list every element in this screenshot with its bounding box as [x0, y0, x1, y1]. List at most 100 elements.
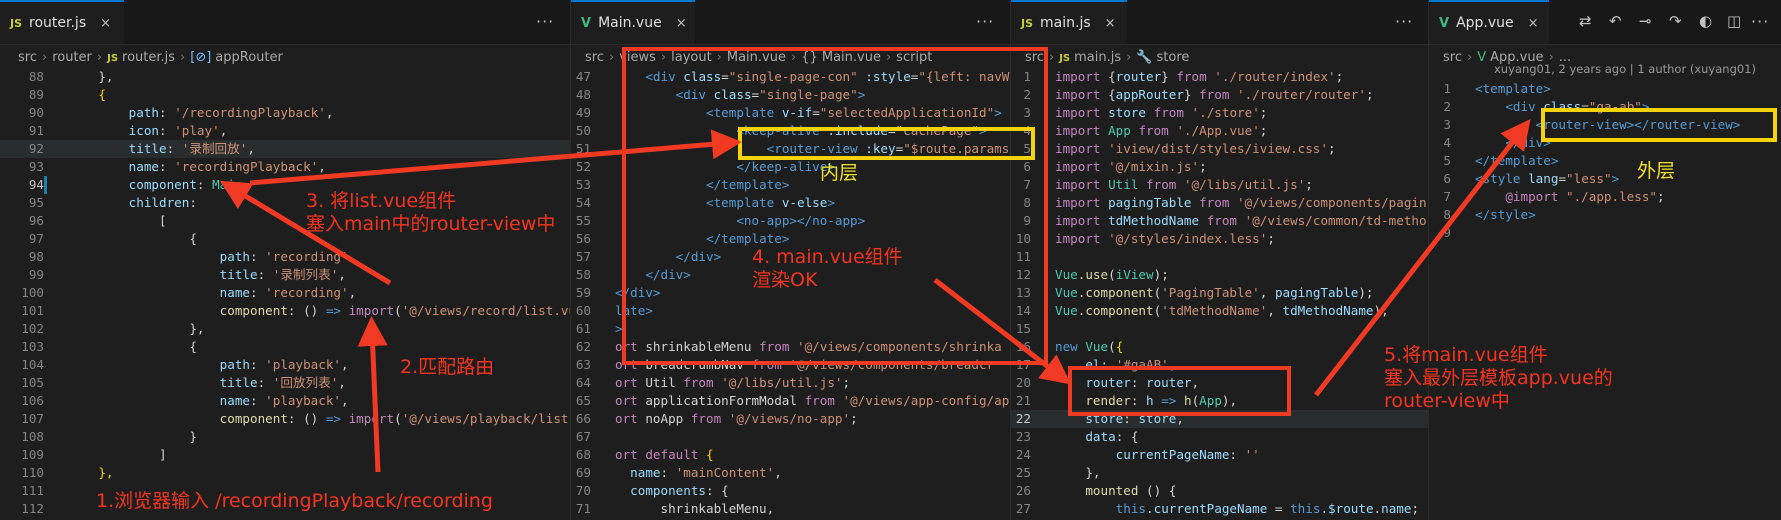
code-line[interactable]: 102 }, — [0, 320, 570, 338]
line-number: 6 — [1443, 171, 1451, 186]
code-token: , — [318, 159, 326, 174]
code-line[interactable]: 25 }, — [1011, 464, 1428, 482]
code-line[interactable]: 6 import '@/mixin.js'; — [1011, 158, 1428, 176]
code-line[interactable]: 89 { — [0, 86, 570, 104]
code-line[interactable]: 9 import tdMethodName from '@/views/commo… — [1011, 212, 1428, 230]
code-line[interactable]: 91 icon: 'play', — [0, 122, 570, 140]
code-line[interactable]: 68 ort default { — [571, 446, 1010, 464]
breadcrumb-item[interactable]: appRouter — [215, 50, 283, 65]
breadcrumb-item[interactable]: src — [18, 50, 37, 65]
code-line[interactable]: 90 path: '/recordingPlayback', — [0, 104, 570, 122]
code-line[interactable]: 101 component: () => import('@/views/rec… — [0, 302, 570, 320]
code-token: , — [1267, 303, 1283, 318]
tab-app-vue[interactable]: V App.vue × — [1429, 0, 1549, 44]
code-line[interactable]: 16 new Vue({ — [1011, 338, 1428, 356]
code-editor[interactable]: 1 <template> 2 <div class="ga-ab"> 3 <route… — [1429, 80, 1781, 242]
code-line[interactable]: 92 title: '录制回放', — [0, 140, 570, 158]
code-token: iView — [1115, 267, 1154, 282]
commit-icon[interactable]: ⊸ — [1639, 12, 1652, 30]
tab-main-js[interactable]: JS main.js × — [1011, 0, 1127, 44]
code-line[interactable]: 27 this.currentPageName = this.$route.na… — [1011, 500, 1428, 518]
code-editor[interactable]: 88 }, 89 {90 path: '/recordingPlayback', 9… — [0, 68, 570, 518]
code-line[interactable]: 110 }, — [0, 464, 570, 482]
more-actions-icon[interactable]: ··· — [1751, 12, 1769, 31]
breadcrumb-item[interactable]: src — [1443, 50, 1462, 65]
code-line[interactable]: 5 </template> — [1429, 152, 1781, 170]
vue-file-icon: V — [1477, 50, 1487, 65]
code-line[interactable]: 24 currentPageName: '' — [1011, 446, 1428, 464]
code-token: '录制回放' — [181, 141, 248, 156]
code-line[interactable]: 6 <style lang="less"> — [1429, 170, 1781, 188]
code-line[interactable]: 26 mounted () { — [1011, 482, 1428, 500]
code-line[interactable]: 107 component: () => import('@/views/pla… — [0, 410, 570, 428]
code-line[interactable]: 7 import Util from '@/libs/util.js'; — [1011, 176, 1428, 194]
code-line[interactable]: 98 path: 'recording', — [0, 248, 570, 266]
code-line[interactable]: 69 name: 'mainContent', — [571, 464, 1010, 482]
close-icon[interactable]: × — [676, 16, 687, 31]
code-token: ( — [394, 303, 402, 318]
tab-main-vue[interactable]: V Main.vue × — [571, 0, 695, 44]
code-line[interactable]: 8 import pagingTable from '@/views/compon… — [1011, 194, 1428, 212]
code-line[interactable]: 10 import '@/styles/index.less'; — [1011, 230, 1428, 248]
code-line[interactable]: 108 } — [0, 428, 570, 446]
close-icon[interactable]: × — [1528, 16, 1539, 31]
code-token: ; — [1305, 177, 1313, 192]
code-line[interactable]: 4 import App from './App.vue'; — [1011, 122, 1428, 140]
code-line[interactable]: 103 { — [0, 338, 570, 356]
more-actions-icon[interactable]: ··· — [976, 12, 994, 31]
breadcrumb-item[interactable]: router.js — [122, 50, 175, 65]
code-line[interactable]: 70 components: { — [571, 482, 1010, 500]
code-line[interactable]: 100 name: 'recording', — [0, 284, 570, 302]
inner-router-view-yellow-box — [738, 127, 1035, 160]
code-token: : — [250, 357, 266, 372]
code-line[interactable]: 67 — [571, 428, 1010, 446]
more-actions-icon[interactable]: ··· — [536, 12, 554, 31]
compare-icon[interactable]: ⇄ — [1579, 12, 1592, 30]
tab-router-js[interactable]: JS router.js × — [0, 0, 124, 44]
code-line[interactable]: 2 import {appRouter} from './router/route… — [1011, 86, 1428, 104]
code-line[interactable]: 71 shrinkableMenu, — [571, 500, 1010, 518]
code-token: "./app.less" — [1566, 189, 1658, 204]
code-line[interactable]: 106 name: 'playback', — [0, 392, 570, 410]
code-line[interactable]: 11 — [1011, 248, 1428, 266]
code-line[interactable]: 1 <template> — [1429, 80, 1781, 98]
code-line[interactable]: 66 ort noApp from '@/views/no-app'; — [571, 410, 1010, 428]
code-token: import — [1055, 141, 1101, 156]
code-line[interactable]: 15 — [1011, 320, 1428, 338]
more-actions-icon[interactable]: ··· — [1395, 12, 1413, 31]
code-line[interactable]: 9 — [1429, 224, 1781, 242]
code-line[interactable]: 3 import store from './store'; — [1011, 104, 1428, 122]
code-editor[interactable]: 1 import {router} from './router/index'; 2… — [1011, 68, 1428, 520]
close-icon[interactable]: × — [1105, 16, 1116, 31]
code-line[interactable]: 1 import {router} from './router/index'; — [1011, 68, 1428, 86]
breadcrumb-item[interactable]: router — [52, 50, 92, 65]
code-line[interactable]: 99 title: '录制列表', — [0, 266, 570, 284]
code-line[interactable]: 8 </style> — [1429, 206, 1781, 224]
code-line[interactable]: 5 import 'iview/dist/styles/iview.css'; — [1011, 140, 1428, 158]
close-icon[interactable]: × — [100, 16, 111, 31]
code-line[interactable]: 109 ] — [0, 446, 570, 464]
breadcrumb-item[interactable]: store — [1157, 50, 1190, 65]
line-number: 9 — [1443, 225, 1451, 240]
go-forward-icon[interactable]: ↷ — [1669, 12, 1682, 30]
breadcrumb-item[interactable]: main.js — [1074, 50, 1121, 65]
code-token: from — [683, 375, 714, 390]
go-back-icon[interactable]: ↶ — [1609, 12, 1622, 30]
breadcrumb-item[interactable]: src — [585, 50, 604, 65]
code-line[interactable]: 88 }, — [0, 68, 570, 86]
code-line[interactable]: 23 data: { — [1011, 428, 1428, 446]
code-token: ); — [1358, 285, 1374, 300]
code-line[interactable]: 64 ort Util from '@/libs/util.js'; — [571, 374, 1010, 392]
code-line[interactable]: 12 Vue.use(iView); — [1011, 266, 1428, 284]
code-line[interactable]: 13 Vue.component('PagingTable', pagingTab… — [1011, 284, 1428, 302]
toggle-blame-icon[interactable]: ◐ — [1699, 12, 1712, 30]
code-token: name — [1381, 501, 1412, 516]
split-editor-icon[interactable]: ◫ — [1727, 12, 1741, 30]
code-line[interactable]: 93 name: 'recordingPlayback', — [0, 158, 570, 176]
code-line[interactable]: 14 Vue.component('tdMethodName', tdMethod… — [1011, 302, 1428, 320]
code-line[interactable]: 65 ort applicationFormModal from '@/views… — [571, 392, 1010, 410]
code-line[interactable]: 7 @import "./app.less"; — [1429, 188, 1781, 206]
